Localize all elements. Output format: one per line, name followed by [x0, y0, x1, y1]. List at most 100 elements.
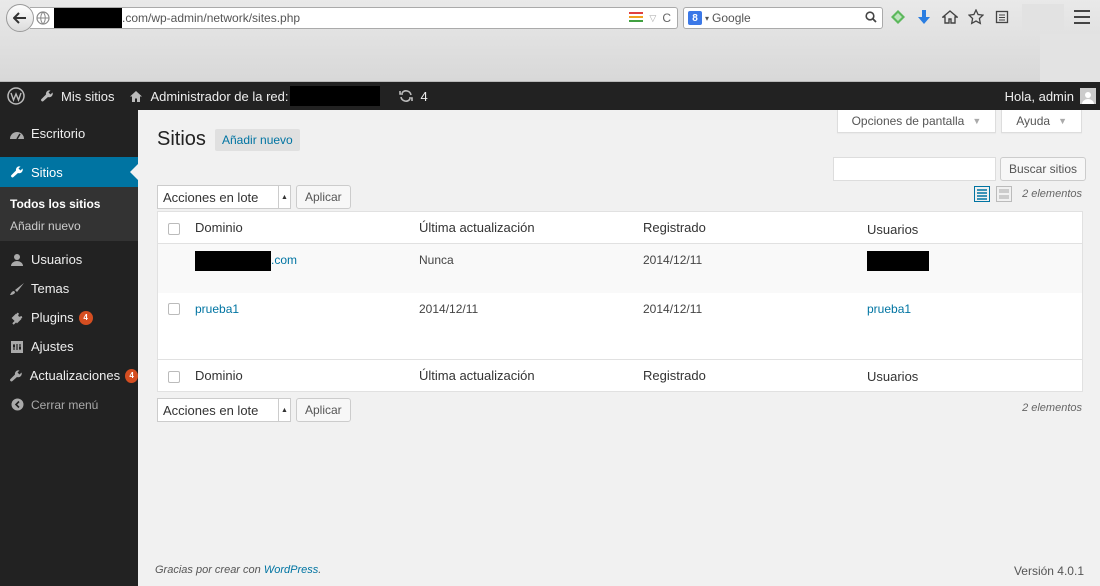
home-icon[interactable]	[942, 9, 958, 25]
search-sites-input[interactable]	[833, 157, 996, 181]
site-domain-link[interactable]: .com	[195, 251, 297, 271]
addon-icon[interactable]	[890, 9, 906, 25]
redacted-domain	[54, 8, 122, 28]
caret-down-icon: ▼	[972, 116, 982, 126]
page-colors-icon[interactable]	[629, 11, 644, 25]
redacted-user	[867, 251, 929, 271]
items-count-bottom: 2 elementos	[1022, 402, 1082, 414]
column-header-dominio[interactable]: Dominio	[195, 220, 243, 235]
redacted-domain	[195, 251, 271, 271]
search-engine-dropdown-icon[interactable]: ▾	[705, 14, 709, 23]
select-arrow-icon: ▲	[278, 399, 290, 421]
main-content: Opciones de pantalla ▼ Ayuda ▼ Sitios Añ…	[138, 110, 1100, 586]
network-admin-label: Administrador de la red:	[150, 88, 289, 104]
column-header-registrado[interactable]: Registrado	[643, 220, 706, 235]
url-bar[interactable]: .com/wp-admin/network/sites.php ▽ C	[30, 7, 678, 29]
reload-icon[interactable]: C	[662, 11, 671, 25]
sidebar-item-label: Usuarios	[31, 252, 83, 267]
admin-sidebar: Escritorio Sitios Todos los sitios Añadi…	[0, 110, 138, 586]
network-admin-menu[interactable]: Administrador de la red:	[121, 82, 387, 110]
browser-chrome: .com/wp-admin/network/sites.php ▽ C 8 ▾ …	[0, 0, 1100, 82]
site-domain-link[interactable]: prueba1	[195, 302, 239, 316]
updates-icon	[398, 88, 414, 104]
magnifier-icon[interactable]	[865, 10, 877, 26]
my-account-menu[interactable]: Hola, admin	[1005, 88, 1100, 104]
column-footer-ultima-actualizacion[interactable]: Última actualización	[419, 368, 535, 383]
screen-options-button[interactable]: Opciones de pantalla ▼	[836, 110, 997, 133]
wrench-icon	[9, 164, 25, 180]
bulk-actions-select-top[interactable]: Acciones en lote ▲	[157, 185, 291, 209]
sidebar-item-ajustes[interactable]: Ajustes	[0, 332, 138, 361]
select-arrow-icon: ▲	[278, 186, 290, 208]
user-link[interactable]: prueba1	[867, 302, 911, 316]
wordpress-logo-icon	[7, 87, 25, 105]
excerpt-view-icon[interactable]	[996, 186, 1012, 205]
sidebar-item-sitios[interactable]: Sitios	[0, 157, 138, 187]
sidebar-item-label: Ajustes	[31, 339, 74, 354]
sidebar-item-label: Cerrar menú	[31, 397, 99, 412]
sidebar-item-actualizaciones[interactable]: Actualizaciones 4	[0, 361, 138, 390]
users-icon	[9, 252, 25, 268]
updates-count: 4	[420, 88, 428, 104]
redacted-network-name	[290, 86, 381, 106]
page-title: Sitios	[157, 128, 206, 150]
screen-options-label: Opciones de pantalla	[851, 114, 965, 128]
bulk-actions-select-bottom[interactable]: Acciones en lote ▲	[157, 398, 291, 422]
column-footer-registrado[interactable]: Registrado	[643, 368, 706, 383]
download-icon[interactable]	[916, 9, 932, 25]
apply-button-top[interactable]: Aplicar	[296, 185, 351, 209]
search-placeholder: Google	[712, 11, 751, 25]
help-button[interactable]: Ayuda ▼	[1001, 110, 1082, 133]
dropdown-icon[interactable]: ▽	[649, 13, 656, 24]
wordpress-logo-button[interactable]	[0, 82, 32, 110]
sitios-submenu: Todos los sitios Añadir nuevo	[0, 187, 138, 241]
add-new-button[interactable]: Añadir nuevo	[215, 129, 300, 151]
sidebar-item-plugins[interactable]: Plugins 4	[0, 303, 138, 332]
column-header-usuarios: Usuarios	[867, 222, 919, 237]
footer-thanks-prefix: Gracias por crear con	[155, 564, 261, 576]
sidebar-item-escritorio[interactable]: Escritorio	[0, 119, 138, 148]
sidebar-item-label: Sitios	[31, 164, 63, 180]
registered-cell: 2014/12/11	[643, 253, 703, 267]
wordpress-link[interactable]: WordPress	[264, 564, 318, 576]
select-all-checkbox-footer[interactable]	[168, 370, 180, 383]
table-header-row: Dominio Última actualización Registrado …	[158, 212, 1082, 244]
google-icon: 8	[688, 11, 702, 25]
back-button[interactable]	[6, 4, 34, 32]
help-label: Ayuda	[1016, 114, 1051, 128]
settings-icon	[9, 339, 25, 355]
apply-button-bottom[interactable]: Aplicar	[296, 398, 351, 422]
my-sites-menu[interactable]: Mis sitios	[32, 82, 121, 110]
table-footer-row: Dominio Última actualización Registrado …	[158, 359, 1082, 391]
browser-menu-icon[interactable]	[1074, 10, 1090, 24]
bookmark-star-icon[interactable]	[968, 9, 984, 25]
submenu-item-anadir-nuevo[interactable]: Añadir nuevo	[0, 215, 138, 237]
sites-table: Dominio Última actualización Registrado …	[157, 211, 1083, 392]
browser-search-bar[interactable]: 8 ▾ Google	[683, 7, 883, 29]
search-sites-button[interactable]: Buscar sitios	[1000, 157, 1087, 181]
column-footer-dominio[interactable]: Dominio	[195, 368, 243, 383]
submenu-item-todos-los-sitios[interactable]: Todos los sitios	[0, 193, 138, 215]
row-checkbox[interactable]	[168, 303, 180, 315]
bookmarks-list-icon[interactable]	[994, 9, 1010, 25]
caret-down-icon: ▼	[1058, 116, 1067, 126]
sidebar-collapse-menu[interactable]: Cerrar menú	[0, 390, 138, 419]
list-view-icon[interactable]	[974, 186, 990, 205]
sidebar-item-label: Actualizaciones	[29, 368, 121, 383]
sidebar-item-label: Escritorio	[31, 126, 86, 141]
sidebar-item-usuarios[interactable]: Usuarios	[0, 245, 138, 274]
footer-thanks: Gracias por crear con WordPress.	[155, 564, 321, 576]
chrome-lower-area	[1040, 34, 1100, 82]
updates-menu[interactable]: 4	[391, 82, 434, 110]
brush-icon	[9, 281, 25, 297]
sidebar-item-label: Plugins	[31, 310, 74, 325]
sidebar-item-temas[interactable]: Temas	[0, 274, 138, 303]
select-all-checkbox[interactable]	[168, 222, 180, 235]
items-count-top: 2 elementos	[1022, 188, 1082, 200]
footer-version: Versión 4.0.1	[1013, 564, 1084, 578]
globe-icon	[36, 11, 50, 25]
table-row: .com Nunca 2014/12/11	[158, 244, 1082, 293]
column-header-ultima-actualizacion[interactable]: Última actualización	[419, 220, 535, 235]
my-sites-label: Mis sitios	[61, 88, 115, 104]
footer-thanks-suffix: .	[318, 564, 322, 576]
